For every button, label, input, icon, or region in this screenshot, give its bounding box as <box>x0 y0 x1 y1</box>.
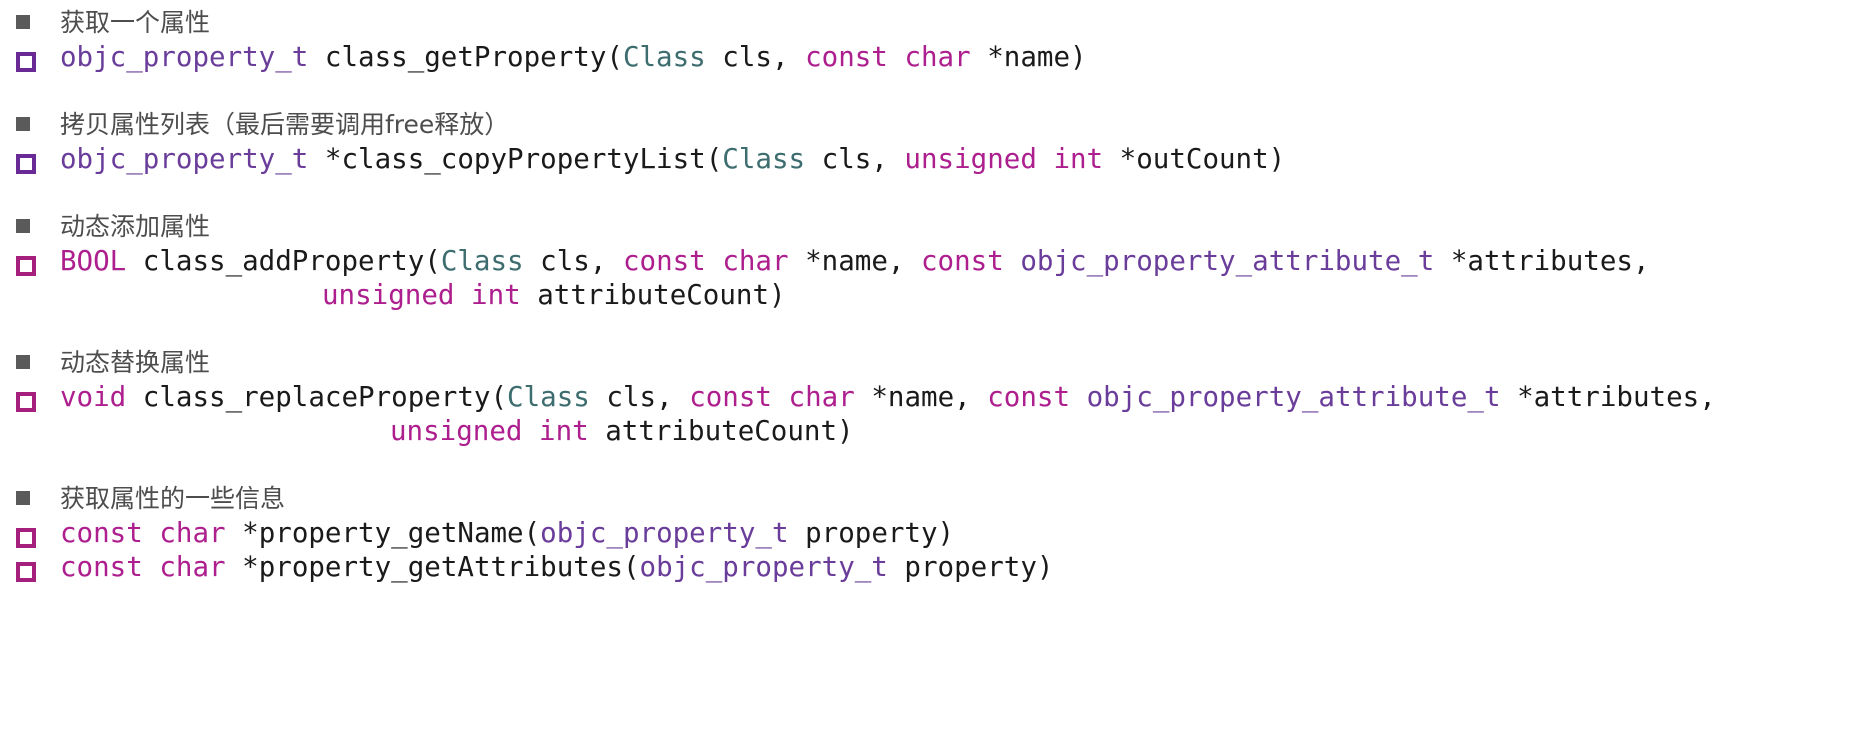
keyword-token: unsigned <box>322 279 455 311</box>
type-token: objc_property_t <box>639 551 888 583</box>
plain-token: *name, <box>788 245 921 277</box>
plain-token: *attributes, <box>1434 245 1650 277</box>
code-line-row: const char *property_getName(objc_proper… <box>0 516 1866 550</box>
section-heading-row: 获取一个属性 <box>0 6 1866 40</box>
plain-token: *class_copyPropertyList( <box>308 143 723 175</box>
plain-token: *name) <box>970 41 1087 73</box>
square-bullet-icon <box>16 15 30 29</box>
type-token: objc_property_attribute_t <box>1086 381 1501 413</box>
plain-token: *outCount) <box>1103 143 1286 175</box>
code-line: objc_property_t *class_copyPropertyList(… <box>60 142 1285 176</box>
section-heading: 动态添加属性 <box>60 212 211 241</box>
keyword-token: int <box>471 279 521 311</box>
plain-token: cls, <box>705 41 806 73</box>
plain-token: property) <box>788 517 955 549</box>
keyword-token: const <box>622 245 706 277</box>
section-heading: 获取一个属性 <box>60 8 211 37</box>
code-line: void class_replaceProperty(Class cls, co… <box>60 380 1716 414</box>
class-token: Class <box>622 41 706 73</box>
type-token: objc_property_t <box>60 41 309 73</box>
square-bullet-icon <box>16 117 30 131</box>
code-line: const char *property_getName(objc_proper… <box>60 516 954 550</box>
square-bullet-icon <box>16 491 30 505</box>
hollow-square-bullet-icon <box>16 154 36 174</box>
plain-token: attributeCount) <box>588 415 854 447</box>
keyword-token: const <box>921 245 1004 277</box>
plain-token: attributeCount) <box>520 279 786 311</box>
plain-token: *property_getAttributes( <box>225 551 640 583</box>
section-heading-row: 获取属性的一些信息 <box>0 482 1866 516</box>
section-heading-row: 动态添加属性 <box>0 210 1866 244</box>
code-line-continuation: unsigned int attributeCount) <box>322 278 786 312</box>
keyword-token: char <box>788 381 855 413</box>
type-token: objc_property_attribute_t <box>1020 245 1435 277</box>
plain-token: cls, <box>523 245 623 277</box>
code-line-continuation: unsigned int attributeCount) <box>390 414 854 448</box>
keyword-token: char <box>159 517 226 549</box>
class-token: Class <box>507 381 590 413</box>
code-line: BOOL class_addProperty(Class cls, const … <box>60 244 1650 278</box>
section-heading: 获取属性的一些信息 <box>60 484 286 513</box>
section-heading-row: 拷贝属性列表（最后需要调用free释放） <box>0 108 1866 142</box>
keyword-token: int <box>1053 143 1104 175</box>
plain-token: property) <box>887 551 1054 583</box>
plain-token: *name, <box>854 381 988 413</box>
keyword-token: unsigned <box>904 143 1037 175</box>
keyword-token: char <box>159 551 226 583</box>
section-heading-row: 动态替换属性 <box>0 346 1866 380</box>
keyword-token: char <box>722 245 789 277</box>
plain-token: *attributes, <box>1500 381 1716 413</box>
keyword-token: int <box>539 415 589 447</box>
square-bullet-icon <box>16 355 30 369</box>
square-bullet-icon <box>16 219 30 233</box>
plain-token: *property_getName( <box>225 517 541 549</box>
keyword-token: void <box>60 381 127 413</box>
section-heading: 动态替换属性 <box>60 348 211 377</box>
hollow-square-bullet-icon <box>16 52 36 72</box>
document: 获取一个属性 objc_property_t class_getProperty… <box>0 6 1866 584</box>
keyword-token: const <box>987 381 1071 413</box>
code-line-row: void class_replaceProperty(Class cls, co… <box>0 380 1866 414</box>
section-heading: 拷贝属性列表（最后需要调用free释放） <box>60 110 510 139</box>
code-line: objc_property_t class_getProperty(Class … <box>60 40 1087 74</box>
plain-token: cls, <box>589 381 690 413</box>
class-token: Class <box>722 143 806 175</box>
keyword-token: const <box>60 551 143 583</box>
keyword-token: char <box>904 41 971 73</box>
plain-token: cls, <box>805 143 905 175</box>
class-token: Class <box>440 245 524 277</box>
plain-token: class_addProperty( <box>126 245 441 277</box>
hollow-square-bullet-icon <box>16 392 36 412</box>
keyword-token: const <box>805 41 888 73</box>
plain-token: class_getProperty( <box>308 41 623 73</box>
keyword-token: const <box>60 517 143 549</box>
hollow-square-bullet-icon <box>16 528 36 548</box>
code-line-row: const char *property_getAttributes(objc_… <box>0 550 1866 584</box>
keyword-token: BOOL <box>60 245 127 277</box>
hollow-square-bullet-icon <box>16 562 36 582</box>
code-line-row: BOOL class_addProperty(Class cls, const … <box>0 244 1866 278</box>
type-token: objc_property_t <box>60 143 309 175</box>
type-token: objc_property_t <box>540 517 789 549</box>
code-line: const char *property_getAttributes(objc_… <box>60 550 1053 584</box>
keyword-token: unsigned <box>390 415 523 447</box>
code-continuation-row: unsigned int attributeCount) <box>0 278 1866 312</box>
keyword-token: const <box>689 381 772 413</box>
code-line-row: objc_property_t class_getProperty(Class … <box>0 40 1866 74</box>
plain-token: class_replaceProperty( <box>126 381 508 413</box>
code-line-row: objc_property_t *class_copyPropertyList(… <box>0 142 1866 176</box>
hollow-square-bullet-icon <box>16 256 36 276</box>
code-continuation-row: unsigned int attributeCount) <box>0 414 1866 448</box>
